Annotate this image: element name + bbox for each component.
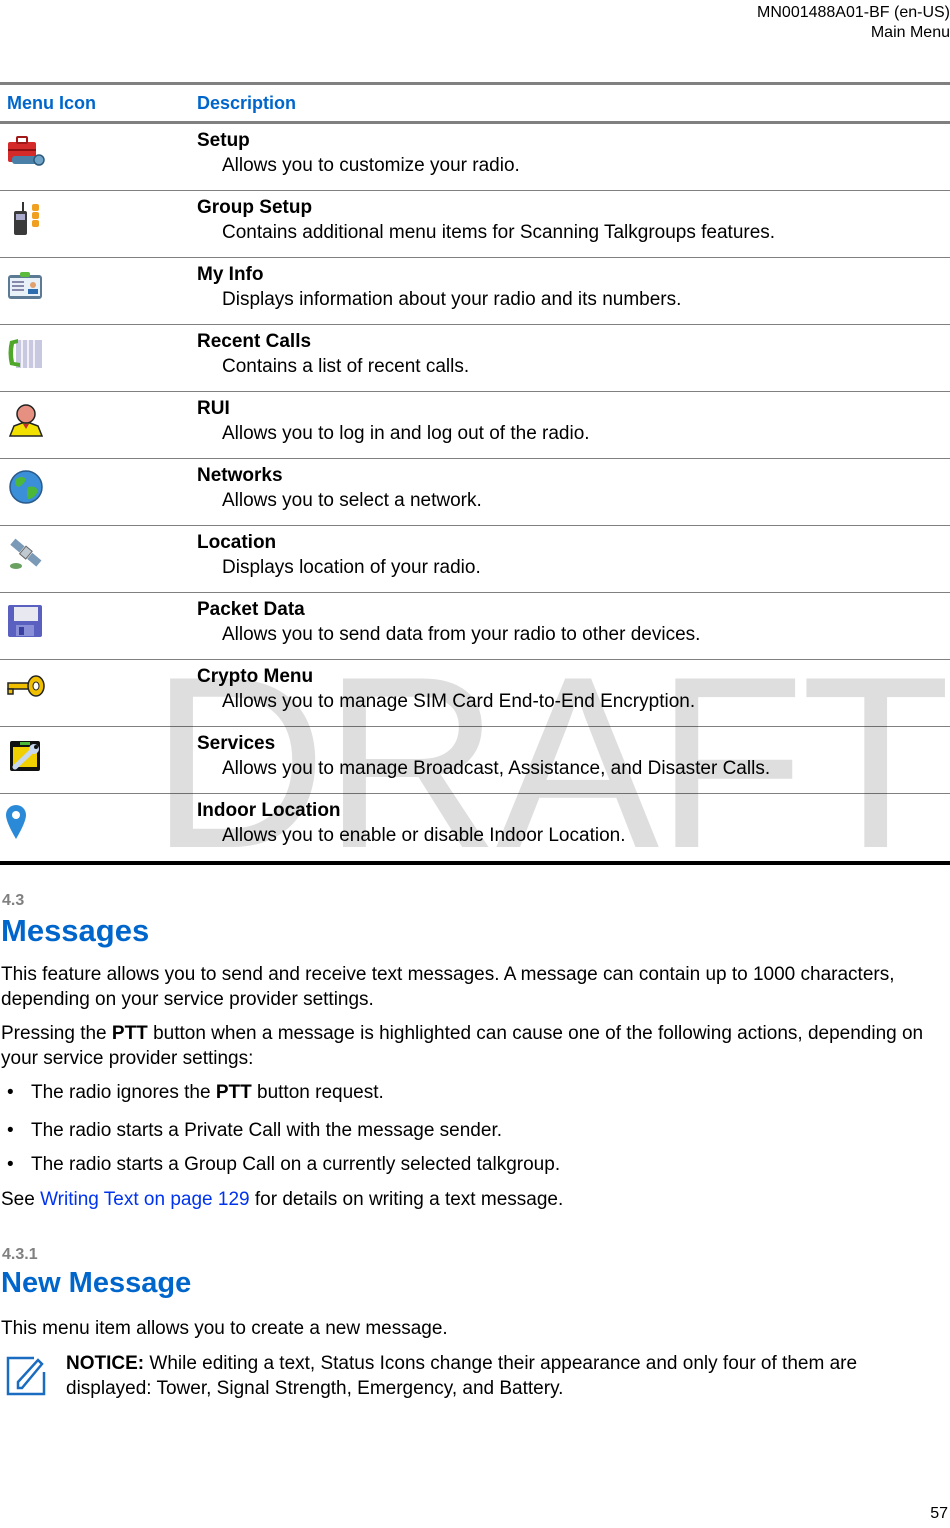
bullet-marker: • xyxy=(7,1120,14,1141)
ptt-bold: PTT xyxy=(215,1082,252,1103)
list-item: The radio starts a Private Call with the… xyxy=(31,1120,503,1141)
text: button request. xyxy=(251,1082,384,1103)
row-title: Group Setup xyxy=(197,197,313,218)
see-also-paragraph: See Writing Text on page 129 for details… xyxy=(1,1187,931,1212)
section-heading: Messages xyxy=(1,913,150,948)
section-number: 4.3 xyxy=(2,892,25,909)
bullet-marker: • xyxy=(7,1082,14,1103)
location-satellite-icon xyxy=(10,538,42,569)
networks-globe-icon xyxy=(9,470,43,504)
table-row: Services Allows you to manage Broadcast,… xyxy=(0,727,950,794)
row-description: Allows you to manage SIM Card End-to-End… xyxy=(222,691,696,712)
row-description: Allows you to customize your radio. xyxy=(222,155,520,176)
row-description: Displays information about your radio an… xyxy=(222,289,682,310)
doc-id: MN001488A01-BF (en-US) xyxy=(757,4,950,21)
row-description: Allows you to select a network. xyxy=(222,490,482,511)
row-description: Contains additional menu items for Scann… xyxy=(222,222,776,243)
row-description: Allows you to enable or disable Indoor L… xyxy=(222,825,626,846)
row-title: Recent Calls xyxy=(197,331,312,352)
notice-text: NOTICE: While editing a text, Status Ico… xyxy=(66,1351,946,1401)
table-row: My Info Displays information about your … xyxy=(0,258,950,325)
table-row: Indoor Location Allows you to enable or … xyxy=(0,794,950,865)
row-description: Allows you to log in and log out of the … xyxy=(222,423,590,444)
group-setup-radio-icon xyxy=(14,202,39,235)
writing-text-link[interactable]: Writing Text on page 129 xyxy=(40,1189,250,1210)
packet-data-floppy-icon xyxy=(8,605,42,637)
table-header: Menu Icon Description xyxy=(0,85,950,124)
col-header-icon: Menu Icon xyxy=(7,93,96,113)
menu-icon-table: Menu Icon Description Setup Allows you t… xyxy=(0,82,950,865)
col-header-description: Description xyxy=(197,93,297,113)
new-message-paragraph: This menu item allows you to create a ne… xyxy=(1,1318,448,1339)
table-row: Recent Calls Contains a list of recent c… xyxy=(0,325,950,392)
indoor-location-pin-icon xyxy=(6,805,26,839)
table-row: Packet Data Allows you to send data from… xyxy=(0,593,950,660)
services-wrench-icon xyxy=(10,741,40,771)
row-title: Packet Data xyxy=(197,599,305,620)
subsection-number: 4.3.1 xyxy=(2,1246,38,1263)
text: The radio ignores the xyxy=(31,1082,216,1103)
notice-label: NOTICE: xyxy=(66,1353,145,1374)
row-title: Services xyxy=(197,733,276,754)
page-header: MN001488A01-BF (en-US) Main Menu xyxy=(757,3,950,43)
notice-pencil-icon xyxy=(6,1356,46,1396)
crypto-key-icon xyxy=(7,675,45,697)
my-info-id-card-icon xyxy=(8,272,42,299)
ptt-bold: PTT xyxy=(111,1023,148,1044)
setup-toolbox-icon xyxy=(8,136,45,166)
text: for details on writing a text message. xyxy=(249,1189,564,1210)
row-description: Displays location of your radio. xyxy=(222,557,481,578)
row-title: Setup xyxy=(197,130,250,151)
text: While editing a text, Status Icons chang… xyxy=(66,1353,858,1399)
page-number: 57 xyxy=(930,1505,948,1522)
row-title: RUI xyxy=(197,398,230,419)
row-title: My Info xyxy=(197,264,264,285)
table-row: Networks Allows you to select a network. xyxy=(0,459,950,526)
text: See xyxy=(1,1189,41,1210)
table-row: Crypto Menu Allows you to manage SIM Car… xyxy=(0,660,950,727)
messages-intro-paragraph: This feature allows you to send and rece… xyxy=(1,964,895,1010)
row-description: Allows you to manage Broadcast, Assistan… xyxy=(222,758,771,779)
table-row: RUI Allows you to log in and log out of … xyxy=(0,392,950,459)
list-item: The radio starts a Group Call on a curre… xyxy=(31,1154,561,1175)
header-section: Main Menu xyxy=(870,24,950,41)
table-row: Location Displays location of your radio… xyxy=(0,526,950,593)
subsection-heading: New Message xyxy=(1,1267,192,1299)
text: Pressing the xyxy=(1,1023,112,1044)
row-title: Indoor Location xyxy=(197,800,341,821)
row-description: Allows you to send data from your radio … xyxy=(222,624,701,645)
recent-calls-phone-icon xyxy=(8,339,42,368)
row-title: Location xyxy=(197,532,277,553)
table-row: Group Setup Contains additional menu ite… xyxy=(0,191,950,258)
row-description: Contains a list of recent calls. xyxy=(222,356,470,377)
ptt-paragraph: Pressing the PTT button when a message i… xyxy=(1,1021,931,1071)
row-title: Crypto Menu xyxy=(197,666,314,687)
list-item: The radio ignores the PTT button request… xyxy=(31,1082,384,1104)
table-row: Setup Allows you to customize your radio… xyxy=(0,124,950,191)
rui-user-icon xyxy=(8,404,44,437)
bullet-marker: • xyxy=(7,1154,14,1175)
row-title: Networks xyxy=(197,465,283,486)
